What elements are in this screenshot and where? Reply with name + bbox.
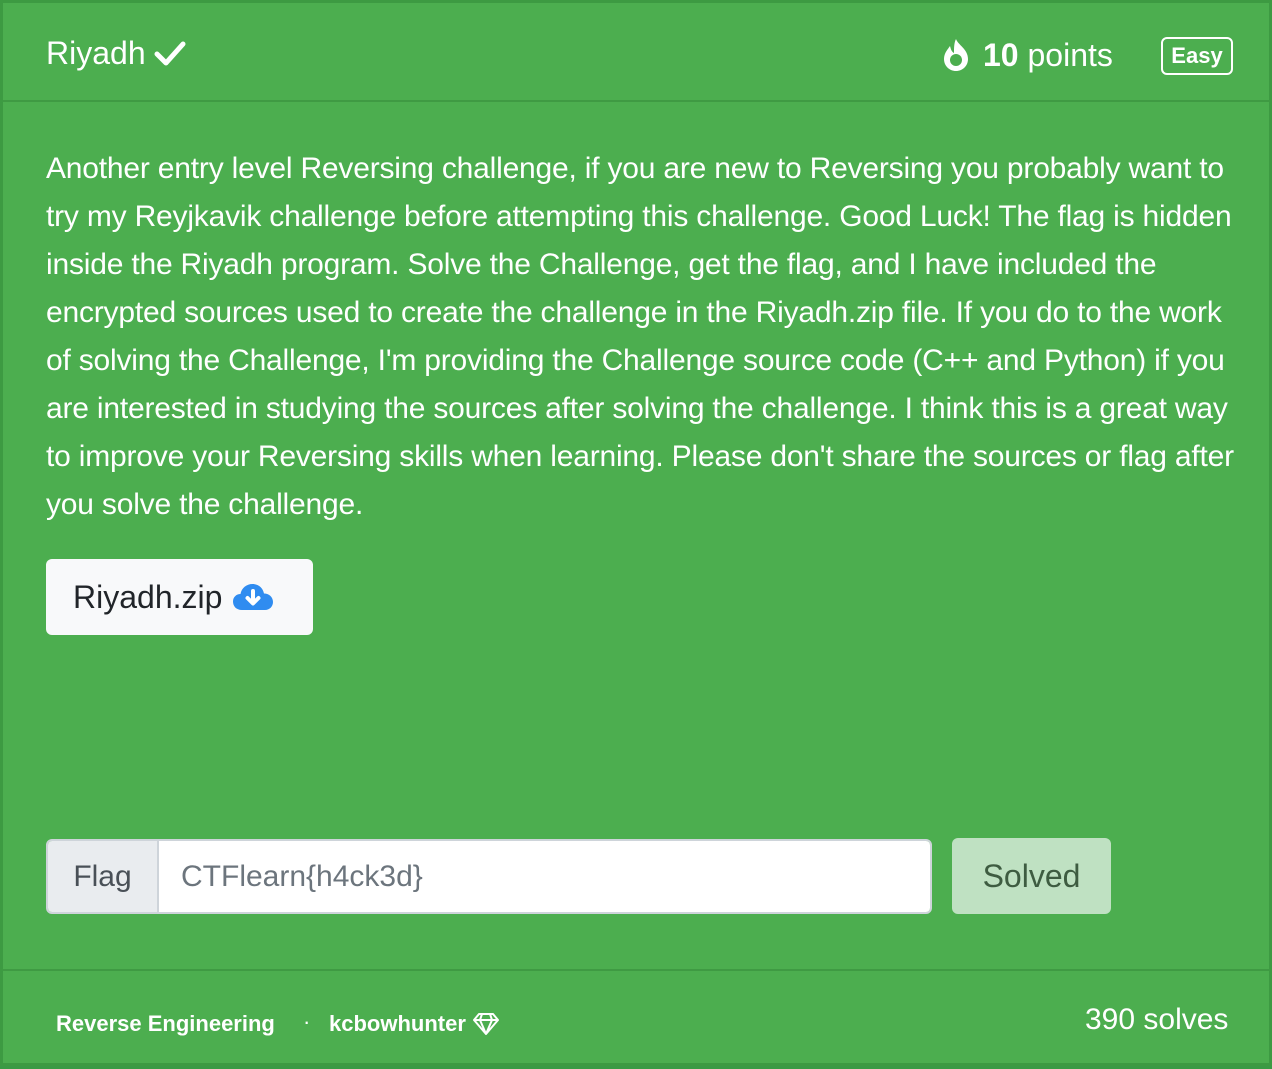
points-value: 10 (983, 37, 1019, 73)
points-label: points (1027, 37, 1113, 73)
author-link[interactable]: kcbowhunter (329, 1011, 500, 1037)
author-name: kcbowhunter (329, 1011, 466, 1036)
card-footer: Reverse Engineering · kcbowhunter 390 so… (3, 969, 1269, 1069)
gem-icon (472, 1013, 499, 1035)
flag-form: Flag (46, 839, 932, 914)
challenge-description: Another entry level Reversing challenge,… (46, 152, 1234, 521)
difficulty-badge: Easy (1161, 37, 1233, 75)
solve-count: 390 solves (1085, 1003, 1229, 1036)
fire-icon (944, 39, 968, 71)
check-icon (154, 41, 186, 66)
flag-input[interactable] (159, 841, 930, 912)
download-button[interactable]: Riyadh.zip (46, 559, 313, 635)
separator-dot: · (303, 1009, 311, 1034)
challenge-card: Riyadh 10 points Easy Another entry leve… (0, 0, 1272, 1066)
category-link[interactable]: Reverse Engineering (56, 1011, 275, 1037)
flag-label: Flag (48, 841, 159, 912)
challenge-name: Riyadh (46, 35, 146, 71)
points-display: 10 points (941, 35, 1113, 75)
solved-button[interactable]: Solved (952, 838, 1111, 914)
card-header: Riyadh 10 points Easy (3, 3, 1269, 102)
cloud-download-icon (233, 584, 274, 610)
challenge-title: Riyadh (46, 33, 186, 73)
download-label: Riyadh.zip (73, 578, 223, 615)
